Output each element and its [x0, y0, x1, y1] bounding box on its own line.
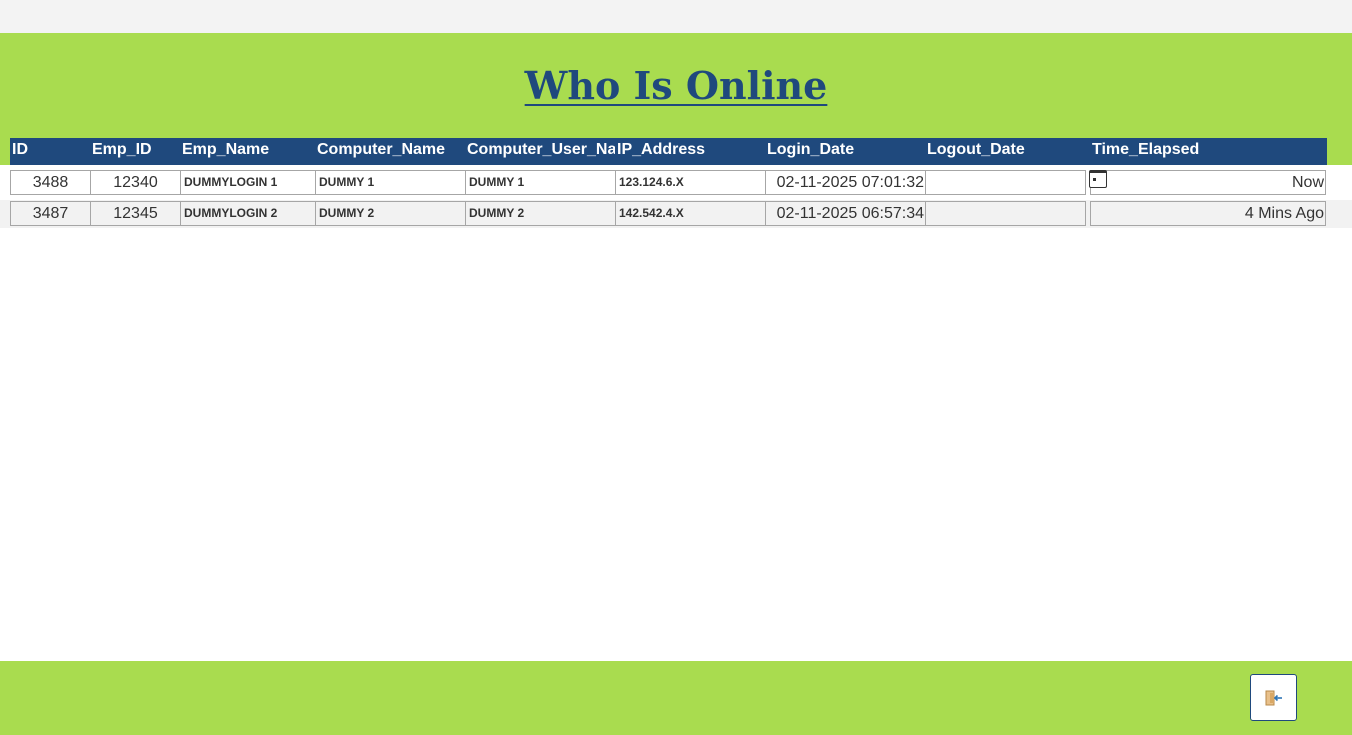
cell-ip-address: 123.124.6.X — [615, 170, 766, 195]
cell-ip-address: 142.542.4.X — [615, 201, 766, 226]
exit-button[interactable] — [1250, 674, 1297, 721]
column-header-id: ID — [12, 141, 28, 158]
cell-login-date: 02-11-2025 06:57:34 — [765, 201, 926, 226]
exit-door-icon — [1265, 690, 1282, 706]
cell-id: 3488 — [10, 170, 91, 195]
table-header: ID Emp_ID Emp_Name Computer_Name Compute… — [10, 138, 1327, 165]
column-header-login-date: Login_Date — [767, 141, 855, 158]
cell-computer-name: DUMMY 2 — [315, 201, 466, 226]
cell-emp-id: 12345 — [90, 201, 181, 226]
cell-emp-name: DUMMYLOGIN 2 — [180, 201, 316, 226]
table-row: 3488 12340 DUMMYLOGIN 1 DUMMY 1 DUMMY 1 … — [0, 169, 1352, 197]
column-header-time-elapsed: Time_Elapsed — [1092, 141, 1200, 158]
cell-time-elapsed: Now — [1090, 170, 1326, 195]
cell-emp-id: 12340 — [90, 170, 181, 195]
calendar-icon[interactable] — [1089, 170, 1110, 191]
top-bar — [0, 0, 1352, 33]
cell-emp-name: DUMMYLOGIN 1 — [180, 170, 316, 195]
column-header-computer-name: Computer_Name — [317, 141, 446, 158]
cell-id: 3487 — [10, 201, 91, 226]
column-header-ip-address: IP_Address — [617, 141, 706, 158]
page-title: Who Is Online — [524, 63, 828, 108]
footer-band — [0, 661, 1352, 735]
table-row: 3487 12345 DUMMYLOGIN 2 DUMMY 2 DUMMY 2 … — [0, 200, 1352, 228]
column-header-emp-name: Emp_Name — [182, 141, 270, 158]
cell-computer-user-name: DUMMY 1 — [465, 170, 616, 195]
cell-login-date: 02-11-2025 07:01:32 — [765, 170, 926, 195]
cell-computer-user-name: DUMMY 2 — [465, 201, 616, 226]
column-header-emp-id: Emp_ID — [92, 141, 152, 158]
cell-logout-date — [925, 201, 1086, 226]
cell-computer-name: DUMMY 1 — [315, 170, 466, 195]
cell-time-elapsed: 4 Mins Ago — [1090, 201, 1326, 226]
column-header-logout-date: Logout_Date — [927, 141, 1025, 158]
cell-logout-date[interactable] — [925, 170, 1086, 195]
column-header-computer-user-name: Computer_User_Name — [467, 141, 615, 158]
